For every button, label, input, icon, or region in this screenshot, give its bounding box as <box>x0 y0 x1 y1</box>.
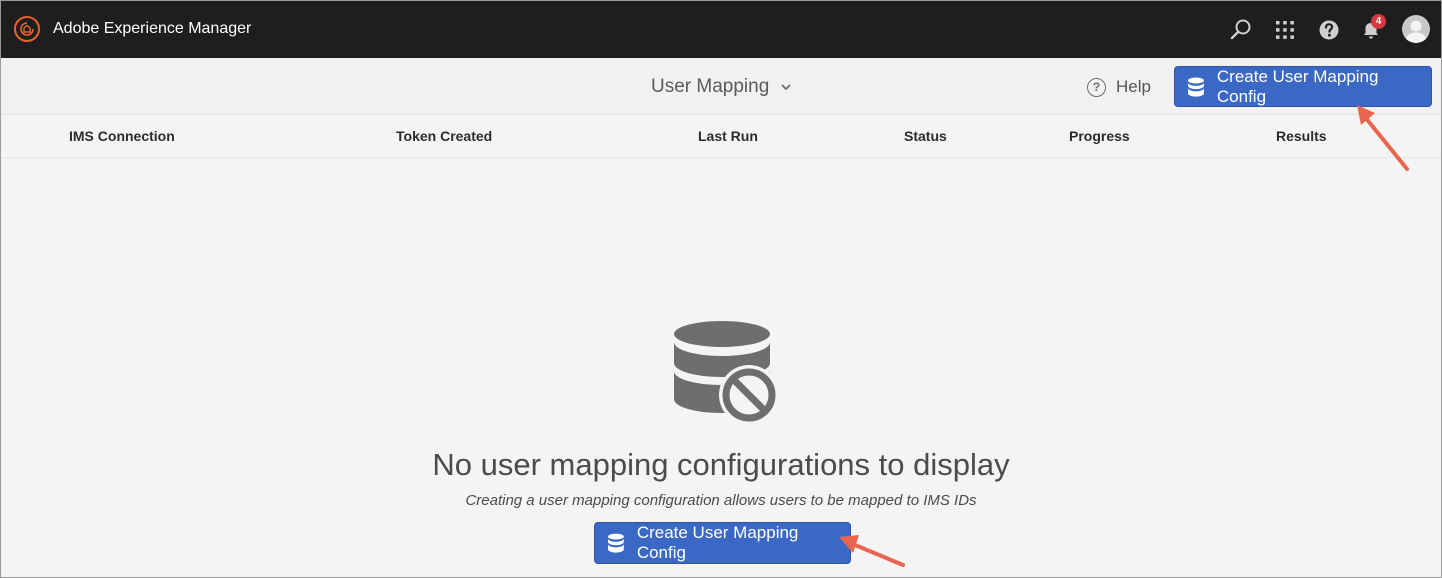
app-frame: Adobe Experience Manager 4 User Mapping … <box>0 0 1442 578</box>
page-title[interactable]: User Mapping <box>651 76 769 98</box>
database-icon <box>607 533 624 553</box>
empty-state-button-label: Create User Mapping Config <box>636 523 799 562</box>
search-icon[interactable] <box>1229 18 1253 42</box>
user-avatar[interactable] <box>1402 15 1430 43</box>
notification-count-badge: 4 <box>1371 14 1386 29</box>
action-bar: User Mapping ? Help Create User Mapping … <box>1 58 1441 115</box>
app-title[interactable]: Adobe Experience Manager <box>53 20 251 38</box>
chevron-down-icon[interactable] <box>780 80 792 92</box>
column-header-token-created[interactable]: Token Created <box>396 128 492 144</box>
table-header: IMS Connection Token Created Last Run St… <box>1 115 1441 158</box>
column-header-status[interactable]: Status <box>904 128 947 144</box>
empty-state-title: No user mapping configurations to displa… <box>432 447 1010 482</box>
database-icon <box>1187 77 1204 97</box>
column-header-results[interactable]: Results <box>1276 128 1327 144</box>
help-icon[interactable] <box>1317 18 1341 42</box>
shell-bar: Adobe Experience Manager 4 <box>1 1 1441 58</box>
column-header-progress[interactable]: Progress <box>1069 128 1130 144</box>
create-button-label: Create User Mapping Config <box>1216 66 1379 106</box>
column-header-last-run[interactable]: Last Run <box>698 128 758 144</box>
help-button[interactable]: ? Help <box>1087 75 1151 99</box>
create-user-mapping-config-button[interactable]: Create User Mapping Config <box>1174 66 1432 107</box>
help-label: Help <box>1116 77 1151 96</box>
empty-state-create-button[interactable]: Create User Mapping Config <box>594 522 851 564</box>
database-blocked-icon <box>672 319 780 425</box>
column-header-ims-connection[interactable]: IMS Connection <box>69 128 175 144</box>
adobe-experience-cloud-logo[interactable] <box>14 16 40 42</box>
help-circle-icon: ? <box>1087 77 1106 97</box>
apps-grid-icon[interactable] <box>1273 18 1297 42</box>
empty-state-subtitle: Creating a user mapping configuration al… <box>465 492 977 509</box>
